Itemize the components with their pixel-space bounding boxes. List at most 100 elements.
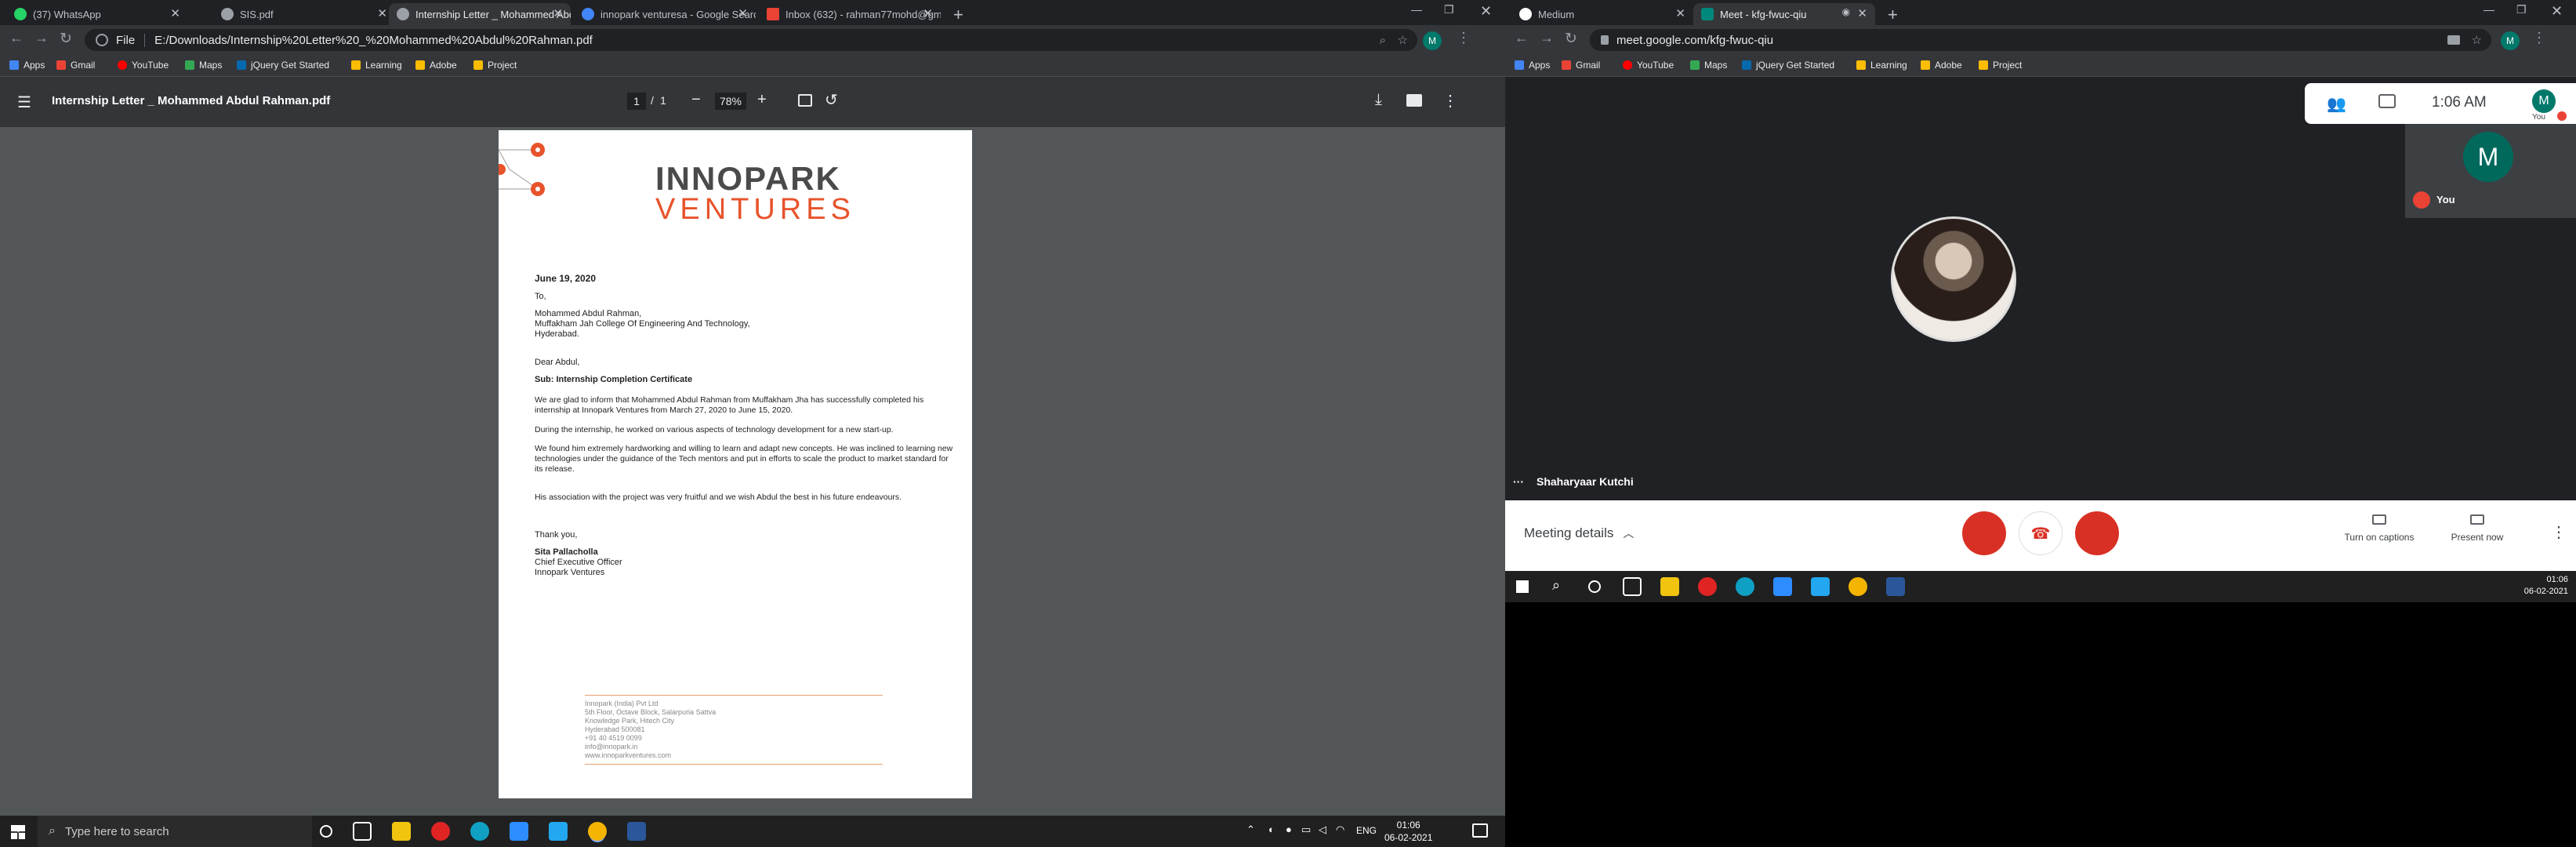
windows-start-icon[interactable] [11,825,25,839]
new-tab-button[interactable]: + [953,5,963,25]
tray-network-icon[interactable]: ◐ [1268,823,1275,835]
zoom-in-icon[interactable]: + [757,91,767,109]
tray-volume-icon[interactable]: ◁ [1319,823,1326,836]
camera-permission-icon[interactable] [2447,35,2460,45]
chrome-icon[interactable] [1849,577,1867,596]
cortana-icon[interactable] [1588,580,1601,593]
bookmark-apps[interactable]: Apps [9,60,45,71]
download-icon[interactable]: ⤓ [1375,91,1382,109]
close-window-button[interactable]: ✕ [1480,3,1492,20]
clock[interactable]: 01:06 06-02-2021 [2516,574,2568,598]
bookmark-adobe[interactable]: Adobe [415,60,457,71]
zoom-out-icon[interactable]: − [691,91,701,109]
chat-icon[interactable] [2378,94,2396,108]
captions-button[interactable]: Turn on captions [2336,514,2422,543]
tab-gmail-inbox[interactable]: Inbox (632) - rahman77mohd@gmail.com✕ [759,3,941,25]
more-icon[interactable]: ⋮ [1457,30,1471,46]
more-options-icon[interactable]: ⋮ [2551,522,2567,542]
bookmark-youtube[interactable]: YouTube [1623,60,1674,71]
cortana-icon[interactable] [320,825,332,838]
windows-start-icon[interactable] [1516,580,1529,593]
forward-icon[interactable]: → [34,30,49,46]
bookmark-project[interactable]: Project [1979,60,2022,71]
file-explorer-icon[interactable] [392,822,411,841]
vscode-icon[interactable] [1811,577,1830,596]
camera-off-button[interactable] [2075,511,2119,555]
minimize-button[interactable]: — [2483,3,2494,16]
close-tab-icon[interactable]: ✕ [1675,6,1685,20]
bookmark-maps[interactable]: Maps [1690,60,1727,71]
address-bar[interactable]: File E:/Downloads/Internship%20Letter%20… [85,29,1417,51]
close-tab-icon[interactable]: ✕ [738,6,748,20]
close-tab-icon[interactable]: ✕ [553,6,563,20]
restore-button[interactable]: ❐ [1444,3,1454,16]
reload-icon[interactable]: ↻ [1565,30,1577,48]
back-icon[interactable]: ← [1515,30,1529,46]
close-tab-icon[interactable]: ✕ [923,6,933,20]
tray-mic-icon[interactable]: ● [1286,823,1292,835]
present-now-button[interactable]: Present now [2438,514,2516,543]
opera-icon[interactable] [431,822,450,841]
bookmark-apps[interactable]: Apps [1515,60,1550,71]
hang-up-button[interactable]: ☎ [2019,511,2063,555]
zoom-app-icon[interactable] [1773,577,1792,596]
star-icon[interactable]: ☆ [2472,33,2482,47]
mic-off-button[interactable] [1962,511,2006,555]
tray-battery-icon[interactable]: ▭ [1301,823,1311,836]
taskbar-search[interactable]: ⌕ Type here to search [38,816,312,847]
bookmark-learning[interactable]: Learning [1856,60,1907,71]
more-icon[interactable]: ⋮ [2532,30,2546,46]
rotate-icon[interactable]: ↺ [825,90,838,110]
task-view-icon[interactable] [353,822,372,841]
address-bar[interactable]: meet.google.com/kfg-fwuc-qiu ☆ [1590,29,2491,51]
forward-icon[interactable]: → [1540,30,1554,46]
zoom-icon[interactable]: ⌕ [1380,34,1386,47]
tray-wifi-icon[interactable]: ◠ [1336,823,1344,836]
star-icon[interactable]: ☆ [1398,33,1408,47]
new-tab-button[interactable]: + [1888,5,1898,25]
chrome-icon[interactable] [588,822,607,841]
menu-icon[interactable]: ☰ [17,93,31,112]
vscode-icon[interactable] [549,822,568,841]
edge-icon[interactable] [470,822,489,841]
reload-icon[interactable]: ↻ [60,30,72,48]
meeting-details-button[interactable]: Meeting details ︿ [1524,525,1634,541]
bookmark-maps[interactable]: Maps [185,60,222,71]
tab-whatsapp[interactable]: (37) WhatsApp ✕ [6,3,188,25]
bookmark-project[interactable]: Project [473,60,517,71]
tab-internship-letter[interactable]: Internship Letter _ Mohammed Abdul Rahma… [389,3,571,25]
zoom-level[interactable]: 78% [715,93,746,110]
bookmark-gmail[interactable]: Gmail [56,60,95,71]
bookmark-jquery[interactable]: jQuery Get Started [237,60,329,71]
participant-options-icon[interactable]: ··· [1513,475,1524,488]
tray-chevron-icon[interactable]: ⌃ [1246,823,1255,836]
bookmark-learning[interactable]: Learning [351,60,402,71]
edge-icon[interactable] [1736,577,1754,596]
tab-medium[interactable]: Medium ✕ [1511,3,1693,25]
word-icon[interactable] [1886,577,1905,596]
bookmark-gmail[interactable]: Gmail [1562,60,1600,71]
people-icon[interactable]: 👥 [2327,94,2346,114]
minimize-button[interactable]: — [1411,3,1422,16]
more-actions-icon[interactable]: ⋮ [1442,91,1458,111]
bookmark-jquery[interactable]: jQuery Get Started [1742,60,1834,71]
notifications-icon[interactable] [1472,823,1488,838]
language-indicator[interactable]: ENG [1356,825,1377,836]
fit-page-icon[interactable] [798,94,812,107]
back-icon[interactable]: ← [9,30,24,46]
bookmark-adobe[interactable]: Adobe [1921,60,1962,71]
pdf-viewer[interactable]: INNOPARK VENTURES June 19, 2020 To, Moha… [0,127,1505,816]
profile-avatar[interactable]: M [1423,31,1442,50]
bookmark-youtube[interactable]: YouTube [118,60,169,71]
zoom-app-icon[interactable] [510,822,528,841]
self-avatar-small[interactable]: M [2532,89,2556,113]
clock[interactable]: 01:06 06-02-2021 [1384,819,1432,844]
file-explorer-icon[interactable] [1660,577,1679,596]
profile-avatar[interactable]: M [2501,31,2520,50]
close-tab-icon[interactable]: ✕ [1857,6,1867,20]
tab-sis-pdf[interactable]: SIS.pdf ✕ [213,3,395,25]
page-number-input[interactable]: 1 [627,93,646,110]
opera-icon[interactable] [1698,577,1717,596]
restore-button[interactable]: ❐ [2516,3,2527,16]
search-icon[interactable]: ⌕ [1552,577,1560,594]
